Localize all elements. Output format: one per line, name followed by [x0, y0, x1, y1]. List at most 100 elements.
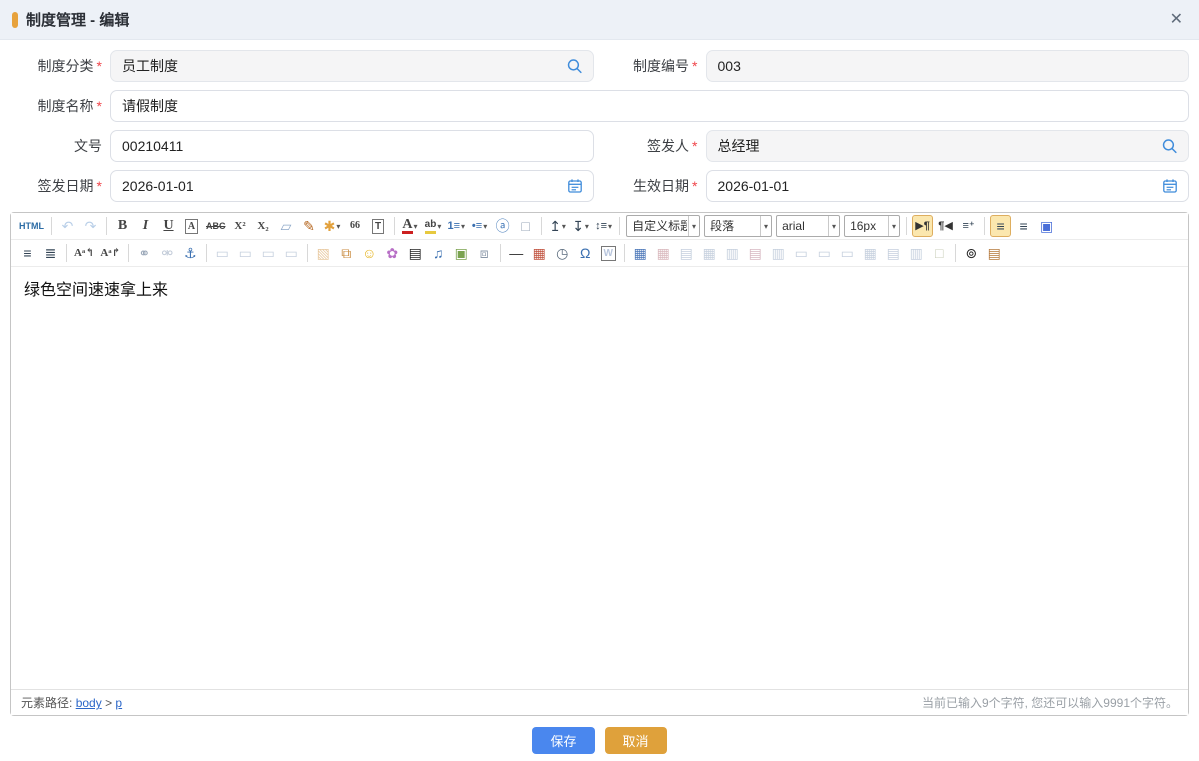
name-label: 制度名称* — [0, 90, 102, 122]
paragraph-select[interactable]: 段落▾ — [704, 215, 772, 237]
calendar-icon[interactable] — [1162, 178, 1178, 194]
close-icon[interactable]: ✕ — [1170, 12, 1183, 28]
link-icon[interactable]: ⚭ — [134, 242, 155, 264]
number-input[interactable]: 003 — [706, 50, 1190, 82]
insert-table-icon[interactable]: ▦ — [630, 242, 651, 264]
insert-flash-icon[interactable]: ▣ — [451, 242, 472, 264]
space-after-icon[interactable]: ↧▾ — [570, 215, 591, 237]
underline-icon[interactable]: U — [158, 215, 179, 237]
to-lowercase-icon[interactable]: Aᵃ↱ — [98, 242, 122, 264]
to-uppercase-icon[interactable]: Aᵃ↰ — [72, 242, 96, 264]
bold-icon[interactable]: B — [112, 215, 133, 237]
label-text: 制度分类 — [38, 58, 94, 74]
multi-image-icon[interactable]: ⧉ — [336, 242, 357, 264]
dropdown-caret: ▾ — [760, 216, 768, 236]
page-break-icon[interactable]: □ — [929, 242, 950, 264]
align-left-icon[interactable]: ≡ — [990, 215, 1011, 237]
horizontal-rule-icon[interactable]: — — [506, 242, 527, 264]
insert-video-icon[interactable]: ▤ — [405, 242, 426, 264]
blockquote-icon[interactable]: 66 — [345, 215, 366, 237]
redo-icon[interactable]: ↷ — [80, 215, 101, 237]
element-path-body-link[interactable]: body — [76, 696, 102, 710]
superscript-icon[interactable]: X² — [230, 215, 251, 237]
dropdown-caret: ▾ — [608, 222, 612, 231]
delete-row-icon[interactable]: ▤ — [745, 242, 766, 264]
dialog-header: 制度管理 - 编辑 ✕ — [0, 0, 1199, 40]
screenshot-icon[interactable]: ⧈ — [474, 242, 495, 264]
subscript-icon[interactable]: X₂ — [253, 215, 274, 237]
justify-icon[interactable]: ≣ — [40, 242, 61, 264]
delete-col-icon[interactable]: ▥ — [768, 242, 789, 264]
merge-right-icon[interactable]: ▭ — [814, 242, 835, 264]
cancel-button[interactable]: 取消 — [605, 727, 667, 754]
image-align-center-icon[interactable]: ▭ — [258, 242, 279, 264]
emoji-icon[interactable]: ☺ — [359, 242, 380, 264]
highlight-color-icon[interactable]: ab▾ — [423, 215, 444, 237]
font-family-select[interactable]: arial▾ — [776, 215, 840, 237]
dropdown-caret: ▾ — [336, 222, 340, 231]
doc-no-input[interactable]: 00210411 — [110, 130, 594, 162]
category-label: 制度分类* — [0, 50, 102, 82]
save-button[interactable]: 保存 — [532, 727, 594, 754]
ordered-list-icon[interactable]: 1≡▾ — [446, 215, 468, 237]
date-icon[interactable]: ▦ — [529, 242, 550, 264]
undo-icon[interactable]: ↶ — [57, 215, 78, 237]
editor-paragraph[interactable]: 绿色空间速速拿上来 — [24, 276, 1175, 300]
align-center-icon[interactable]: ≡ — [1013, 215, 1034, 237]
calendar-icon[interactable] — [567, 178, 583, 194]
merge-cells-icon[interactable]: ▭ — [791, 242, 812, 264]
scrawl-icon[interactable]: ✿ — [382, 242, 403, 264]
editor-content-area[interactable]: 绿色空间速速拿上来 — [11, 267, 1188, 689]
element-path-p-link[interactable]: p — [115, 696, 122, 710]
delete-table-icon[interactable]: ▦ — [653, 242, 674, 264]
insert-row-icon[interactable]: ▦ — [699, 242, 720, 264]
word-import-icon[interactable]: W — [598, 242, 619, 264]
strikethrough-icon[interactable]: ABC — [204, 215, 228, 237]
insert-col-icon[interactable]: ▥ — [722, 242, 743, 264]
issuer-input[interactable]: 总经理 — [706, 130, 1190, 162]
dir-ltr-icon[interactable]: ▶¶ — [912, 215, 933, 237]
clear-doc-icon[interactable]: □ — [515, 215, 536, 237]
clipboard-icon[interactable]: ▤ — [984, 242, 1005, 264]
heading-select[interactable]: 自定义标题▾ — [626, 215, 700, 237]
unordered-list-icon[interactable]: •≡▾ — [469, 215, 490, 237]
paste-text-icon[interactable]: T — [368, 215, 389, 237]
format-brush-icon[interactable]: ✎ — [299, 215, 320, 237]
split-cols-icon[interactable]: ▥ — [906, 242, 927, 264]
table-caption-icon[interactable]: ▤ — [676, 242, 697, 264]
fullscreen-icon[interactable]: ▣ — [1036, 215, 1057, 237]
special-char-icon[interactable]: Ω — [575, 242, 596, 264]
image-align-none-icon[interactable]: ▭ — [212, 242, 233, 264]
music-icon[interactable]: ♫ — [428, 242, 449, 264]
space-before-icon[interactable]: ↥▾ — [547, 215, 568, 237]
insert-image-icon[interactable]: ▧ — [313, 242, 334, 264]
font-size-select[interactable]: 16px▾ — [844, 215, 900, 237]
image-align-left-icon[interactable]: ▭ — [235, 242, 256, 264]
italic-icon[interactable]: I — [135, 215, 156, 237]
indent-icon[interactable]: ≡⁺ — [958, 215, 979, 237]
font-color-icon[interactable]: A▾ — [400, 215, 421, 237]
remove-format-icon[interactable]: ▱ — [276, 215, 297, 237]
split-cells-icon[interactable]: ▦ — [860, 242, 881, 264]
html-source-icon[interactable]: HTML — [17, 215, 46, 237]
merge-down-icon[interactable]: ▭ — [837, 242, 858, 264]
name-input[interactable]: 请假制度 — [110, 90, 1189, 122]
search-replace-icon[interactable]: ⊚ — [961, 242, 982, 264]
required-mark: * — [692, 58, 697, 74]
align-right-icon[interactable]: ≡ — [17, 242, 38, 264]
time-icon[interactable]: ◷ — [552, 242, 573, 264]
auto-typeset-icon[interactable]: ✱▾ — [322, 215, 343, 237]
dir-rtl-icon[interactable]: ¶◀ — [935, 215, 956, 237]
anchor-icon[interactable]: ⚓ — [180, 242, 201, 264]
split-rows-icon[interactable]: ▤ — [883, 242, 904, 264]
image-align-right-icon[interactable]: ▭ — [281, 242, 302, 264]
font-border-icon[interactable]: A — [181, 215, 202, 237]
inline-code-icon[interactable]: ⓐ — [492, 215, 513, 237]
search-icon[interactable] — [1161, 138, 1178, 155]
category-input[interactable]: 员工制度 — [110, 50, 594, 82]
line-height-icon[interactable]: ↕≡▾ — [593, 215, 614, 237]
issue-date-input[interactable]: 2026-01-01 — [110, 170, 594, 202]
unlink-icon[interactable]: ⚮ — [157, 242, 178, 264]
search-icon[interactable] — [566, 58, 583, 75]
effective-date-input[interactable]: 2026-01-01 — [706, 170, 1190, 202]
